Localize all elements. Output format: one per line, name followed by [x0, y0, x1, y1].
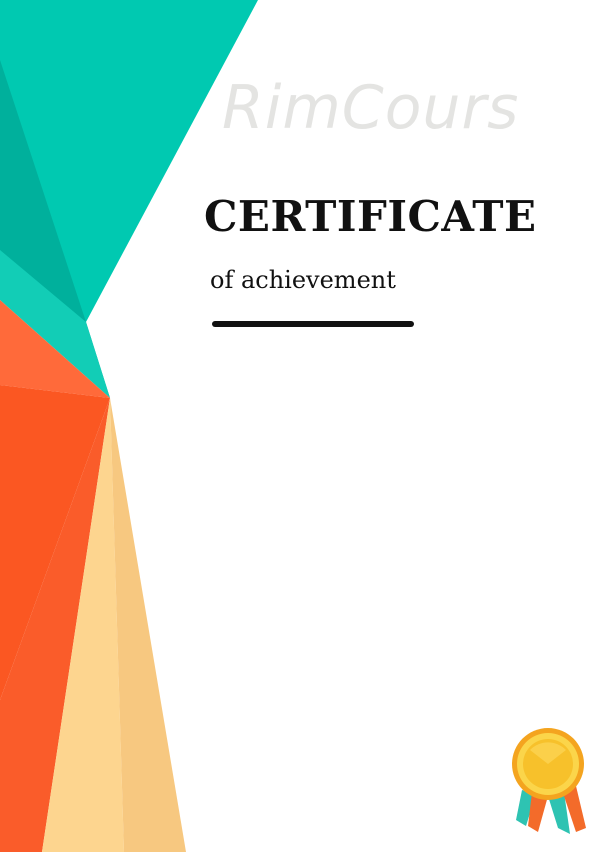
certificate-page: RimCours CERTIFICATE of achievement — [0, 0, 602, 852]
brand-watermark: RimCours — [222, 73, 520, 143]
award-medal-icon — [512, 728, 586, 834]
certificate-subtitle: of achievement — [210, 266, 396, 294]
certificate-title: CERTIFICATE — [204, 192, 537, 241]
title-underline — [212, 321, 414, 327]
